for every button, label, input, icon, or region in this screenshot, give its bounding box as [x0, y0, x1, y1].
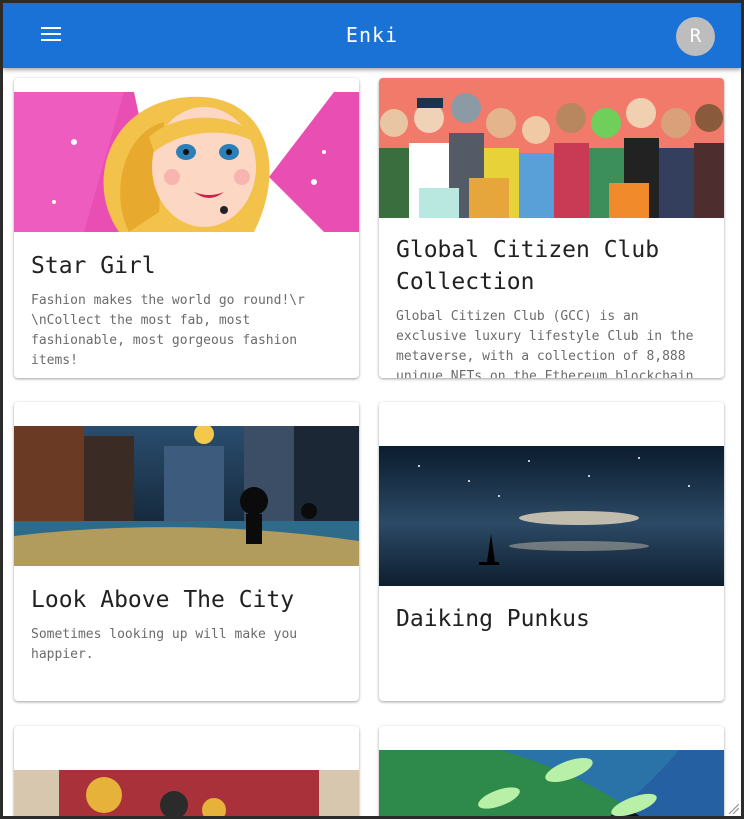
card-title: Star Girl: [31, 253, 156, 279]
card-description: Global Citizen Club (GCC) is an exclusiv…: [396, 309, 702, 378]
collection-card-global-citizen-club[interactable]: Global Citizen Club Collection Global Ci…: [379, 78, 724, 378]
avatar[interactable]: R: [676, 17, 715, 56]
app-window: Enki R Star Girl Fashion makes the world…: [3, 3, 741, 816]
card-title: Global Citizen Club Collection: [396, 237, 660, 295]
card-image: [379, 78, 724, 218]
card-image: [379, 750, 724, 816]
card-image: [14, 426, 359, 566]
card-image: [14, 770, 359, 816]
card-title: Look Above The City: [31, 587, 295, 613]
collection-card-star-girl[interactable]: Star Girl Fashion makes the world go rou…: [14, 78, 359, 378]
collection-card-look-above-the-city[interactable]: Look Above The City Sometimes looking up…: [14, 402, 359, 701]
card-image: [14, 92, 359, 232]
app-bar: Enki R: [3, 3, 741, 68]
collection-card-daiking-punkus[interactable]: Daiking Punkus: [379, 402, 724, 701]
app-title: Enki: [345, 23, 399, 47]
resize-grip-icon[interactable]: [727, 802, 739, 814]
collection-card[interactable]: [14, 726, 359, 816]
card-title: Daiking Punkus: [396, 606, 590, 632]
card-image: [379, 446, 724, 586]
card-description: Sometimes looking up will make you happi…: [31, 627, 298, 662]
collection-card[interactable]: [379, 726, 724, 816]
card-description: Fashion makes the world go round!\r \nCo…: [31, 293, 305, 368]
